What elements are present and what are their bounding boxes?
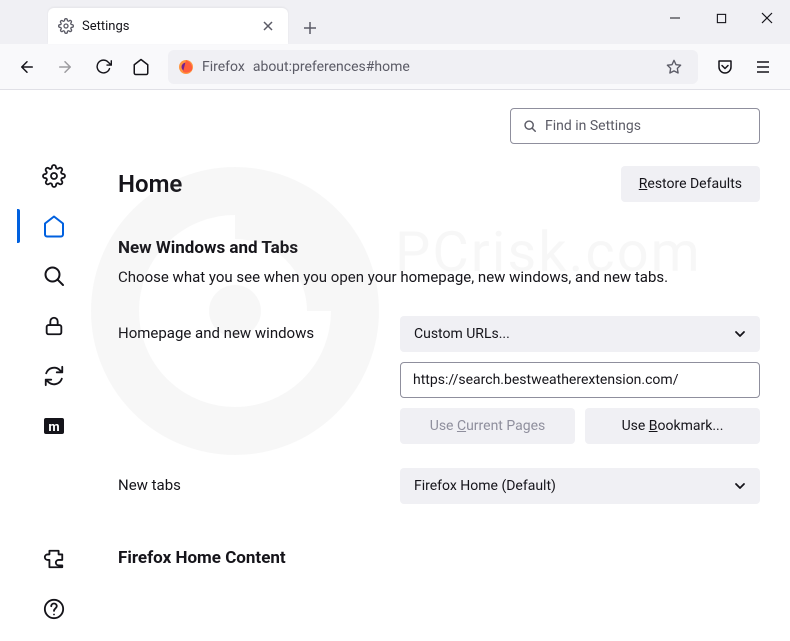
bookmark-star-button[interactable] bbox=[660, 53, 688, 81]
pocket-button[interactable] bbox=[708, 50, 742, 84]
settings-main: Find in Settings Home Restore Defaults N… bbox=[108, 90, 790, 641]
navigation-toolbar: Firefox about:preferences#home bbox=[0, 44, 790, 90]
sidebar-general[interactable] bbox=[40, 162, 68, 190]
firefox-icon bbox=[178, 59, 194, 75]
chevron-down-icon bbox=[734, 328, 746, 340]
section-description: Choose what you see when you open your h… bbox=[118, 268, 760, 286]
app-menu-button[interactable] bbox=[746, 50, 780, 84]
browser-tab[interactable]: Settings bbox=[48, 8, 288, 44]
url-bar[interactable]: Firefox about:preferences#home bbox=[168, 50, 698, 84]
gear-icon bbox=[58, 18, 74, 34]
select-value: Firefox Home (Default) bbox=[414, 478, 556, 494]
content-area: m Find in Settings Home Restore Defaults… bbox=[0, 90, 790, 641]
sidebar-help[interactable] bbox=[40, 595, 68, 623]
homepage-mode-select[interactable]: Custom URLs... bbox=[400, 316, 760, 352]
svg-text:m: m bbox=[48, 420, 59, 435]
url-context: Firefox bbox=[202, 59, 245, 75]
search-placeholder: Find in Settings bbox=[545, 118, 641, 134]
reload-button[interactable] bbox=[86, 50, 120, 84]
restore-defaults-button[interactable]: Restore Defaults bbox=[621, 166, 760, 202]
minimize-button[interactable] bbox=[652, 0, 698, 36]
section-heading: Firefox Home Content bbox=[118, 548, 760, 568]
section-heading: New Windows and Tabs bbox=[118, 238, 760, 258]
use-current-pages-button[interactable]: Use Current Pages bbox=[400, 408, 575, 444]
window-titlebar: Settings bbox=[0, 0, 790, 44]
tab-close-button[interactable] bbox=[258, 16, 278, 36]
forward-button[interactable] bbox=[48, 50, 82, 84]
use-bookmark-button[interactable]: Use Bookmark... bbox=[585, 408, 760, 444]
close-window-button[interactable] bbox=[744, 0, 790, 36]
sidebar-search[interactable] bbox=[40, 262, 68, 290]
sidebar-extensions[interactable] bbox=[40, 545, 68, 573]
homepage-url-input[interactable] bbox=[400, 362, 760, 398]
newtabs-label: New tabs bbox=[118, 468, 400, 494]
maximize-button[interactable] bbox=[698, 0, 744, 36]
homepage-label: Homepage and new windows bbox=[118, 316, 400, 342]
new-tab-button[interactable] bbox=[294, 12, 326, 44]
sidebar-privacy[interactable] bbox=[40, 312, 68, 340]
home-button[interactable] bbox=[124, 50, 158, 84]
tab-title: Settings bbox=[82, 19, 258, 34]
sidebar-home[interactable] bbox=[40, 212, 68, 240]
settings-sidebar: m bbox=[0, 90, 108, 641]
settings-search-input[interactable]: Find in Settings bbox=[510, 108, 760, 144]
select-value: Custom URLs... bbox=[414, 326, 510, 342]
sidebar-sync[interactable] bbox=[40, 362, 68, 390]
back-button[interactable] bbox=[10, 50, 44, 84]
chevron-down-icon bbox=[734, 480, 746, 492]
page-title: Home bbox=[118, 170, 182, 198]
newtabs-mode-select[interactable]: Firefox Home (Default) bbox=[400, 468, 760, 504]
url-path: about:preferences#home bbox=[253, 59, 652, 75]
sidebar-more[interactable]: m bbox=[40, 412, 68, 440]
window-controls bbox=[652, 0, 790, 44]
